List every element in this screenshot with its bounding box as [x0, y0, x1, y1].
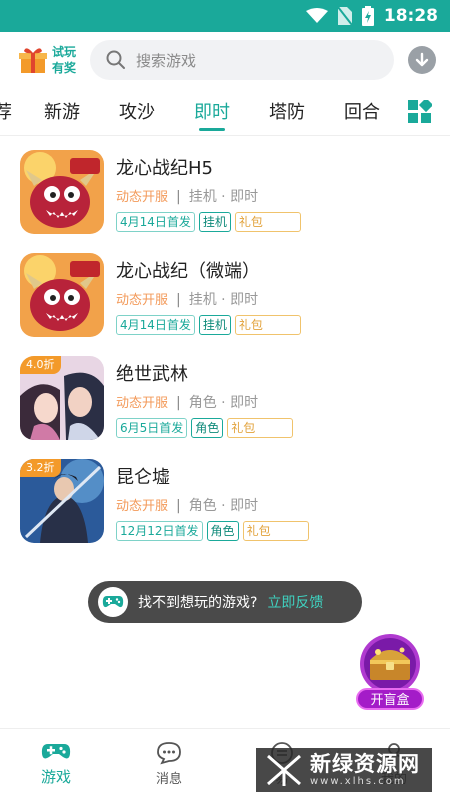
- open-status: 动态开服: [116, 396, 169, 411]
- feedback-text: 找不到想玩的游戏?: [138, 595, 258, 611]
- download-icon: [415, 52, 429, 67]
- gift-icon: [19, 48, 47, 73]
- search-icon: [106, 50, 125, 69]
- category-tabs: 荐 新游 攻沙 即时 塔防 回合: [0, 88, 450, 136]
- clock: 18:28: [383, 6, 438, 26]
- gamepad-badge: [98, 587, 128, 617]
- game-meta: 动态开服 | 角色 · 即时: [116, 495, 258, 515]
- feedback-banner[interactable]: 找不到想玩的游戏? 立即反馈: [88, 581, 362, 623]
- download-button[interactable]: [408, 46, 436, 74]
- game-category: 挂机 · 即时: [188, 189, 259, 205]
- game-category: 角色 · 即时: [188, 498, 259, 514]
- type-tag: 角色: [191, 418, 224, 438]
- gift-label-line2: 有奖: [52, 61, 77, 75]
- open-status: 动态开服: [116, 190, 169, 205]
- all-categories-icon[interactable]: [408, 100, 432, 124]
- discount-badge: 4.0折: [20, 356, 61, 374]
- tab-siege[interactable]: 攻沙: [119, 98, 155, 124]
- meta-separator: |: [176, 498, 181, 514]
- gamepad-icon: [41, 744, 71, 759]
- gift-pack-tag: 礼包: [234, 212, 301, 232]
- nav-messages[interactable]: 消息: [139, 741, 199, 787]
- search-placeholder: 搜索游戏: [136, 51, 197, 70]
- type-tag: 挂机: [198, 212, 231, 232]
- tab-recommend[interactable]: 荐: [0, 98, 12, 124]
- game-tags: 4月14日首发 挂机 礼包: [116, 315, 301, 335]
- game-thumbnail: [20, 150, 104, 234]
- gift-pack-tag: 礼包: [242, 521, 309, 541]
- open-status: 动态开服: [116, 499, 169, 514]
- meta-separator: |: [176, 395, 181, 411]
- treasure-chest-icon: [360, 634, 420, 694]
- active-tab-indicator: [199, 128, 225, 131]
- game-title: 昆仑墟: [116, 467, 170, 488]
- blind-box-button[interactable]: 开盲盒: [352, 630, 428, 710]
- dragon-monster-icon: [20, 253, 104, 337]
- nav-games-label: 游戏: [40, 768, 71, 786]
- no-sim-icon: [337, 7, 352, 25]
- watermark-logo-icon: [267, 754, 301, 786]
- game-tags: 4月14日首发 挂机 礼包: [116, 212, 301, 232]
- meta-separator: |: [176, 189, 181, 205]
- tab-new-games[interactable]: 新游: [44, 98, 80, 124]
- type-tag: 挂机: [198, 315, 231, 335]
- feedback-link[interactable]: 立即反馈: [267, 592, 323, 612]
- release-date-tag: 4月14日首发: [116, 212, 195, 232]
- game-category: 角色 · 即时: [188, 395, 259, 411]
- list-item[interactable]: 4.0折 绝世武林 动态开服 | 角色 · 即时 6月5日首发 角色 礼包: [0, 350, 450, 446]
- trial-reward-button[interactable]: 试玩 有奖: [18, 44, 84, 76]
- list-item[interactable]: 龙心战纪（微端） 动态开服 | 挂机 · 即时 4月14日首发 挂机 礼包: [0, 247, 450, 343]
- game-meta: 动态开服 | 角色 · 即时: [116, 392, 258, 412]
- tab-realtime[interactable]: 即时: [194, 98, 230, 124]
- game-title: 龙心战纪H5: [116, 158, 213, 179]
- game-category: 挂机 · 即时: [188, 292, 259, 308]
- nav-games[interactable]: 游戏: [26, 741, 86, 787]
- watermark-url: www.xlhs.com: [310, 776, 406, 787]
- search-bar[interactable]: 搜索游戏: [90, 40, 394, 80]
- gift-pack-tag: 礼包: [234, 315, 301, 335]
- release-date-tag: 12月12日首发: [116, 521, 203, 541]
- type-tag: 角色: [206, 521, 239, 541]
- game-tags: 6月5日首发 角色 礼包: [116, 418, 294, 438]
- gift-label-line1: 试玩: [52, 45, 77, 59]
- release-date-tag: 4月14日首发: [116, 315, 195, 335]
- wifi-icon: [305, 8, 328, 23]
- game-meta: 动态开服 | 挂机 · 即时: [116, 186, 258, 206]
- meta-separator: |: [176, 292, 181, 308]
- discount-badge: 3.2折: [20, 459, 61, 477]
- list-item[interactable]: 3.2折 昆仑墟 动态开服 | 角色 · 即时 12月12日首发 角色 礼包: [0, 453, 450, 549]
- game-tags: 12月12日首发 角色 礼包: [116, 521, 309, 541]
- gift-pack-tag: 礼包: [227, 418, 294, 438]
- blind-box-label: 开盲盒: [356, 688, 424, 710]
- battery-charging-icon: [361, 6, 374, 26]
- tab-turn-based[interactable]: 回合: [344, 98, 380, 124]
- tab-tower-defense[interactable]: 塔防: [269, 98, 305, 124]
- gamepad-icon: [102, 596, 124, 608]
- game-title: 龙心战纪（微端）: [116, 261, 260, 282]
- game-meta: 动态开服 | 挂机 · 即时: [116, 289, 258, 309]
- watermark-title: 新绿资源网: [310, 752, 420, 776]
- dragon-monster-icon: [20, 150, 104, 234]
- game-thumbnail: 3.2折: [20, 459, 104, 543]
- top-bar: 试玩 有奖 搜索游戏: [0, 32, 450, 88]
- open-status: 动态开服: [116, 293, 169, 308]
- watermark: 新绿资源网 www.xlhs.com: [256, 748, 432, 792]
- game-thumbnail: [20, 253, 104, 337]
- nav-messages-label: 消息: [155, 772, 182, 787]
- game-title: 绝世武林: [116, 364, 188, 385]
- status-bar: 18:28: [0, 0, 450, 32]
- release-date-tag: 6月5日首发: [116, 418, 188, 438]
- chat-icon: [157, 742, 181, 765]
- list-item[interactable]: 龙心战纪H5 动态开服 | 挂机 · 即时 4月14日首发 挂机 礼包: [0, 144, 450, 240]
- game-thumbnail: 4.0折: [20, 356, 104, 440]
